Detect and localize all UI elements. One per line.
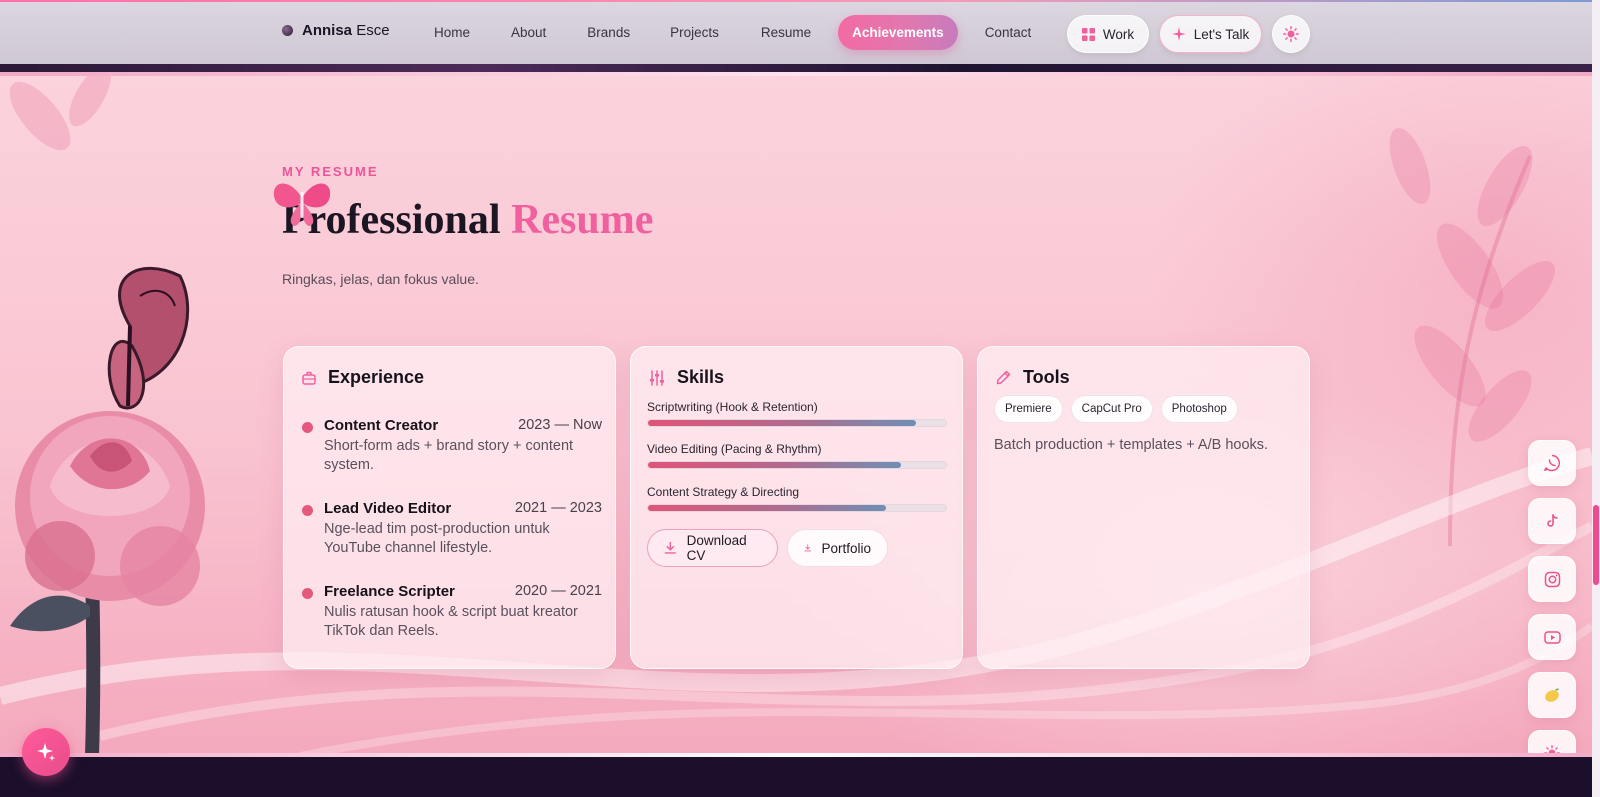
sparkle-icon [1171, 27, 1186, 41]
whatsapp-button[interactable] [1528, 440, 1576, 486]
experience-years: 2020 — 2021 [514, 583, 602, 599]
work-button[interactable]: Work [1067, 15, 1149, 53]
skill-bar-track [647, 461, 947, 469]
experience-role: Freelance Scripter [324, 583, 455, 600]
leaf-decoration [1389, 128, 1555, 547]
tools-chip-list: Premiere CapCut Pro Photoshop [994, 395, 1246, 423]
nav-home[interactable]: Home [434, 25, 470, 40]
skill-bar-fill [648, 462, 902, 468]
experience-role: Content Creator [324, 417, 439, 434]
experience-desc: Short-form ads + brand story + content s… [324, 438, 574, 473]
experience-header: Experience [302, 367, 424, 388]
experience-desc: Nge-lead tim post-production untuk YouTu… [324, 521, 550, 556]
skill-bar-fill [648, 505, 887, 511]
download-icon [664, 541, 676, 554]
brand-dot-icon [282, 25, 293, 36]
scrollbar-thumb[interactable] [1593, 505, 1599, 585]
portfolio-label: Portfolio [821, 540, 871, 556]
ai-assistant-button[interactable] [22, 728, 70, 776]
lets-talk-label: Let's Talk [1193, 26, 1250, 42]
experience-years: 2023 — Now [518, 417, 602, 433]
portfolio-button[interactable]: Portfolio [787, 529, 888, 567]
tiktok-icon [1547, 514, 1558, 527]
footer-strip [0, 753, 1600, 797]
briefcase-icon [302, 371, 316, 385]
tiktok-button[interactable] [1528, 498, 1576, 544]
page-subtitle: Ringkas, jelas, dan fokus value. [282, 271, 479, 287]
skill-bar-fill [648, 420, 917, 426]
page-scrollbar[interactable] [1592, 0, 1600, 797]
sliders-icon [650, 369, 664, 386]
nav-achievements[interactable]: Achievements [838, 14, 958, 50]
skill-label: Content Strategy & Directing [647, 485, 800, 499]
experience-card: Experience Content Creator 2023 — Now Sh… [283, 346, 616, 669]
timeline-dot [302, 588, 313, 599]
brand-name: Annisa Esce [302, 22, 390, 39]
skills-card: Skills Scriptwriting (Hook & Retention) … [630, 346, 963, 669]
lemon-button[interactable] [1528, 672, 1576, 718]
nav-contact[interactable]: Contact [985, 25, 1032, 40]
page-title: Professional Resume [282, 196, 653, 244]
skill-item: Video Editing (Pacing & Rhythm) [647, 442, 947, 469]
sun-icon [1283, 26, 1299, 42]
skill-label: Scriptwriting (Hook & Retention) [647, 400, 818, 414]
tools-note: Batch production + templates + A/B hooks… [994, 437, 1269, 453]
section-eyebrow: MY RESUME [282, 164, 379, 179]
skill-item: Scriptwriting (Hook & Retention) [647, 400, 947, 427]
download-icon [804, 544, 812, 552]
skills-header: Skills [649, 367, 724, 388]
skill-label: Video Editing (Pacing & Rhythm) [647, 442, 822, 456]
tool-chip: Premiere [994, 395, 1063, 423]
nav-links: Home About Brands Projects Resume Achiev… [420, 12, 1031, 52]
tool-chip: Photoshop [1160, 395, 1238, 423]
skill-item: Content Strategy & Directing [647, 485, 947, 512]
rose-butterfly-illustration [10, 266, 205, 756]
title-accent: Resume [511, 197, 654, 243]
brand-logo[interactable]: Annisa Esce [282, 22, 390, 39]
nav-divider [0, 64, 1592, 76]
instagram-icon [1544, 571, 1560, 587]
tools-header: Tools [996, 367, 1070, 388]
leaf-decoration-left [9, 76, 111, 151]
lets-talk-button[interactable]: Let's Talk [1159, 15, 1262, 53]
skills-title: Skills [677, 367, 725, 387]
youtube-icon [1543, 630, 1561, 644]
tools-title: Tools [1023, 367, 1070, 387]
skill-bar-track [647, 419, 947, 427]
nav-resume[interactable]: Resume [761, 25, 811, 40]
nav-brands[interactable]: Brands [587, 25, 630, 40]
experience-role: Lead Video Editor [324, 500, 452, 517]
tools-card: Tools Premiere CapCut Pro Photoshop Batc… [977, 346, 1310, 669]
skill-bar-track [647, 504, 947, 512]
download-cv-label: Download CV [686, 533, 747, 563]
sparkle-icon [37, 743, 55, 761]
youtube-button[interactable] [1528, 614, 1576, 660]
title-main: Professional [282, 197, 501, 243]
work-button-label: Work [1102, 26, 1135, 42]
theme-toggle-button[interactable] [1272, 15, 1310, 53]
experience-desc: Nulis ratusan hook & script buat kreator… [324, 604, 578, 639]
lemon-icon [1545, 688, 1559, 702]
whatsapp-icon [1543, 454, 1561, 472]
instagram-button[interactable] [1528, 556, 1576, 602]
timeline-dot [302, 505, 313, 516]
tool-chip: CapCut Pro [1070, 395, 1153, 423]
nav-projects[interactable]: Projects [670, 25, 719, 40]
download-cv-button[interactable]: Download CV [647, 529, 778, 567]
experience-title: Experience [328, 367, 425, 387]
pen-icon [996, 370, 1011, 385]
experience-years: 2021 — 2023 [514, 500, 602, 516]
top-navbar: Annisa Esce Home About Brands Projects R… [0, 2, 1592, 64]
nav-about[interactable]: About [511, 25, 546, 40]
timeline-dot [302, 422, 313, 433]
grid-icon [1081, 27, 1095, 41]
